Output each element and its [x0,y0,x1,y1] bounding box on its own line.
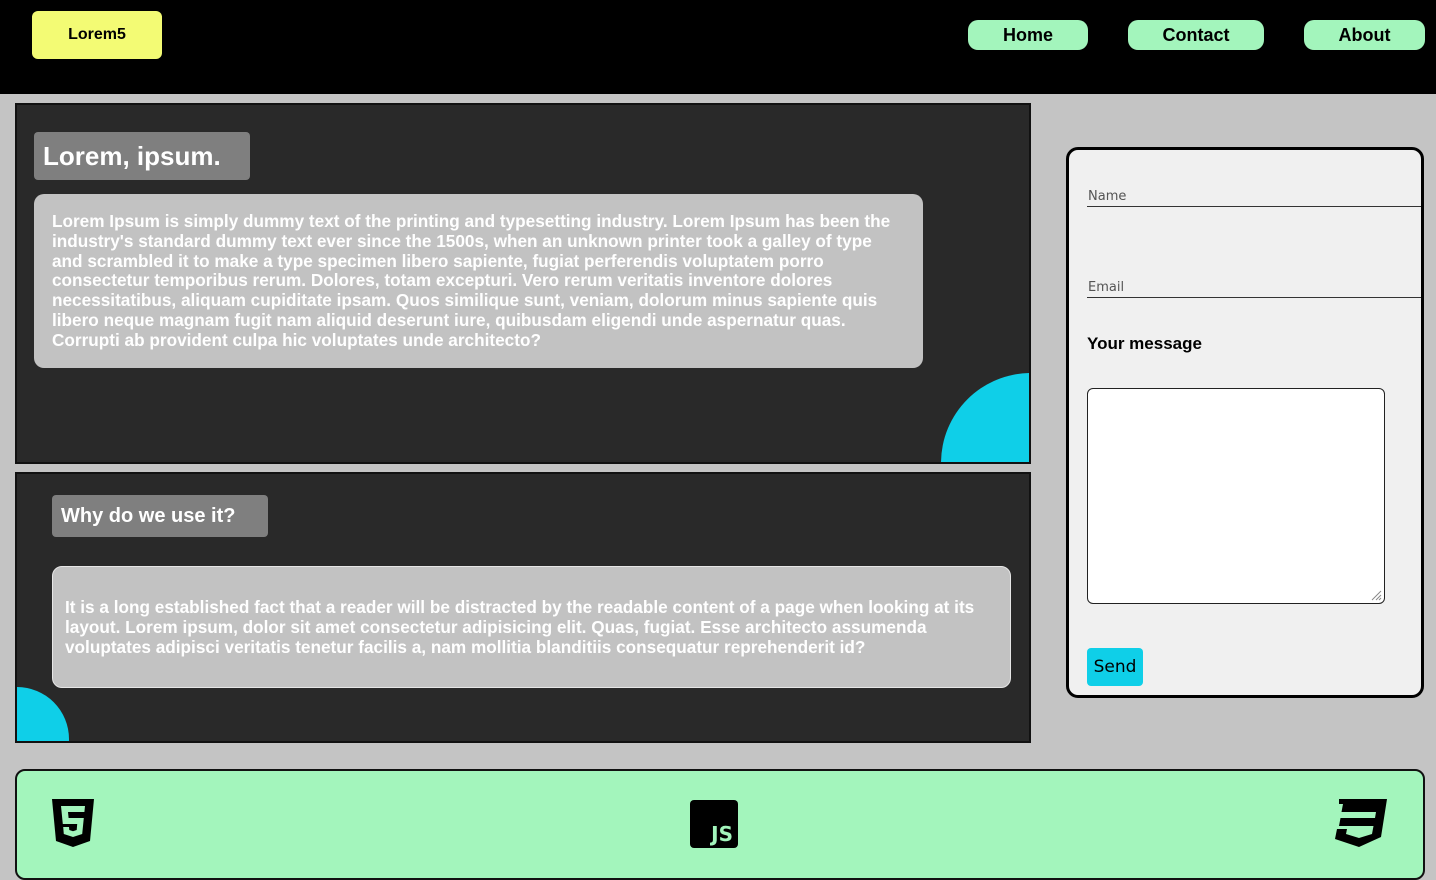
intro-section: Lorem, ipsum. Lorem Ipsum is simply dumm… [15,103,1031,464]
decorative-circle [17,687,69,741]
why-section: Why do we use it? It is a long establish… [15,472,1031,743]
name-field[interactable]: Name [1088,189,1126,204]
send-button[interactable]: Send [1087,648,1143,686]
why-text: It is a long established fact that a rea… [52,566,1011,688]
contact-form: Name Email Your message Send [1066,147,1424,698]
why-title: Why do we use it? [52,495,268,537]
site-header: Lorem5 Home Contact About [0,0,1436,94]
nav-about-button[interactable]: About [1304,20,1425,50]
javascript-icon: JS [690,800,738,848]
email-field[interactable]: Email [1088,280,1124,295]
decorative-circle [941,373,1029,462]
intro-text: Lorem Ipsum is simply dummy text of the … [34,194,923,368]
logo[interactable]: Lorem5 [32,11,162,59]
nav-contact-button[interactable]: Contact [1128,20,1264,50]
message-textarea[interactable] [1087,388,1385,604]
resize-grip-icon[interactable] [1370,589,1382,601]
message-label: Your message [1087,334,1202,353]
email-field-underline [1087,297,1421,298]
intro-title: Lorem, ipsum. [34,132,250,180]
js-icon-text: JS [711,822,733,846]
site-footer: JS [15,769,1425,880]
name-field-underline [1087,206,1421,207]
html5-icon [52,799,94,847]
css3-icon [1335,799,1387,847]
nav-home-button[interactable]: Home [968,20,1088,50]
